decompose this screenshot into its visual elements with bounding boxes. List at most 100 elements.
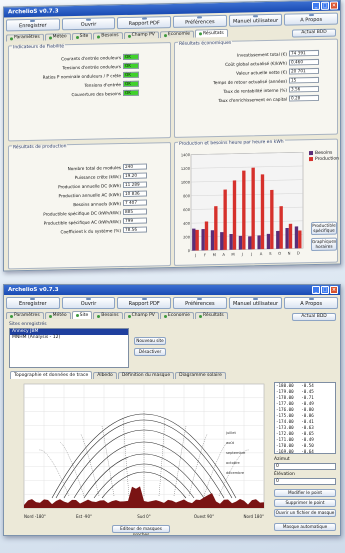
tab-sun-diagram[interactable]: Diagramme solaire bbox=[175, 372, 226, 379]
tab-resultats[interactable]: Résultats bbox=[194, 28, 228, 38]
result-row: Puissance crête (kWc) 19.20 bbox=[11, 172, 147, 182]
near-mask-editor-button[interactable]: Editeur de masques proches bbox=[112, 525, 170, 535]
pdf-icon bbox=[141, 298, 147, 300]
update-database-button[interactable]: Actual BDD bbox=[292, 313, 336, 321]
tab-meteo[interactable]: Météo bbox=[44, 312, 71, 319]
tab-economie[interactable]: Economie bbox=[159, 312, 194, 319]
tab-economie[interactable]: Economie bbox=[159, 30, 194, 39]
info-icon bbox=[308, 298, 314, 300]
result-value: 3.56 bbox=[289, 85, 319, 93]
tab-site[interactable]: Site bbox=[71, 32, 93, 41]
maximize-icon[interactable]: □ bbox=[321, 286, 329, 294]
tab-albedo[interactable]: Albedo bbox=[93, 372, 117, 379]
tab-topographie[interactable]: Topographie et données de trace bbox=[10, 371, 93, 379]
about-button[interactable]: A Propos bbox=[284, 12, 339, 26]
saved-sites-title: Sites enregistrés bbox=[9, 322, 47, 327]
tab-resultats[interactable]: Résultats bbox=[194, 312, 228, 319]
open-button[interactable]: Ouvrir bbox=[61, 17, 116, 31]
mask-points-list[interactable]: -180.00 -0.54 -179.00 -0.45 -178.00 -0.71-… bbox=[274, 382, 336, 454]
x-tick-label: O bbox=[278, 251, 281, 256]
azimuth-input[interactable]: 0 bbox=[274, 463, 336, 470]
economic-title: Résultats économiques bbox=[178, 40, 233, 47]
elevation-input[interactable]: 0 bbox=[274, 478, 336, 485]
minimize-icon[interactable]: _ bbox=[312, 286, 320, 294]
preferences-button[interactable]: Préférences bbox=[173, 297, 227, 309]
tab-champ-pv[interactable]: Champ PV bbox=[123, 31, 159, 40]
tab-besoins[interactable]: Besoins bbox=[93, 312, 123, 319]
pdf-icon bbox=[141, 17, 147, 20]
y-tick-label: 1200 bbox=[181, 167, 191, 171]
result-row: Investissement total (€) 74 391 bbox=[177, 49, 319, 59]
preferences-button[interactable]: Préférences bbox=[173, 14, 227, 28]
tab-parametres[interactable]: Paramètres bbox=[6, 312, 44, 319]
check-icon bbox=[10, 314, 13, 318]
tab-meteo[interactable]: Météo bbox=[44, 33, 71, 41]
save-button[interactable]: Enregistrer bbox=[6, 18, 60, 32]
elevation-label: Élévation bbox=[274, 472, 295, 477]
bar-besoins bbox=[220, 232, 224, 250]
result-value: 11 289 bbox=[123, 181, 147, 189]
open-mask-file-button[interactable]: Ouvrir un fichier de masque bbox=[274, 509, 336, 517]
result-label: Productible spécifique AC (kWh/kWc) bbox=[43, 218, 121, 226]
result-row: Production annuelle DC (kWh) 11 289 bbox=[11, 181, 147, 191]
result-value: 885 bbox=[123, 208, 147, 216]
result-label: Taux d'enrichissement en capital bbox=[218, 96, 287, 103]
y-tick-label: 1000 bbox=[181, 181, 191, 185]
check-icon bbox=[10, 36, 13, 40]
window-controls: _ □ × bbox=[312, 286, 338, 294]
result-row: Productible spécifique DC (kWh/kWc) 885 bbox=[11, 208, 147, 218]
minimize-icon[interactable]: _ bbox=[312, 1, 320, 11]
pdf-report-button[interactable]: Rapport PDF bbox=[117, 16, 172, 30]
bar-besoins bbox=[257, 235, 261, 250]
specific-yield-button[interactable]: Productible spécifique bbox=[311, 221, 337, 236]
sun-path-diagram[interactable]: juillet août septembre octobre décembre Nord … bbox=[8, 380, 270, 528]
result-value: 0.28 bbox=[289, 94, 319, 102]
open-button[interactable]: Ouvrir bbox=[61, 297, 116, 309]
about-button[interactable]: A Propos bbox=[284, 297, 339, 309]
close-icon[interactable]: × bbox=[330, 1, 338, 10]
y-tick-label: 0 bbox=[188, 249, 191, 253]
modify-point-button[interactable]: Modifier le point bbox=[274, 489, 336, 497]
new-site-button[interactable]: Nouveau site bbox=[134, 337, 166, 345]
month-label: août bbox=[226, 441, 235, 445]
result-value: 78.56 bbox=[123, 226, 147, 234]
result-value: OK bbox=[123, 80, 139, 88]
direction-label: Ouest 90° bbox=[194, 514, 214, 519]
list-item[interactable]: MNHM (Analysis - 12) bbox=[10, 335, 128, 341]
delete-site-button[interactable]: Désactiver bbox=[134, 348, 166, 356]
save-button[interactable]: Enregistrer bbox=[6, 297, 60, 309]
auto-mask-button[interactable]: Masque automatique bbox=[274, 523, 336, 531]
bar-production bbox=[195, 229, 199, 251]
tab-site[interactable]: Site bbox=[71, 311, 93, 319]
x-tick-label: D bbox=[297, 250, 300, 255]
window-title: ArchelioS v0.7.3 bbox=[8, 287, 59, 293]
result-row: Coefficient k du système (%) 78.56 bbox=[11, 226, 147, 236]
tab-besoins[interactable]: Besoins bbox=[93, 32, 123, 40]
gear-icon bbox=[197, 298, 203, 300]
maximize-icon[interactable]: □ bbox=[321, 1, 329, 10]
tab-champ-pv[interactable]: Champ PV bbox=[123, 312, 159, 319]
result-label: Temps de retour actualisé (années) bbox=[213, 78, 287, 85]
tab-mask-definition[interactable]: Définition du masque bbox=[117, 372, 175, 379]
tab-parametres[interactable]: Paramètres bbox=[6, 33, 44, 42]
check-icon bbox=[163, 314, 167, 318]
mask-point-item[interactable]: -169.00 -0.64 bbox=[275, 449, 335, 453]
window-controls: _ □ × bbox=[312, 1, 338, 11]
book-icon bbox=[253, 15, 259, 18]
saved-sites-list[interactable]: Annecy JBM MNHM (Analysis - 12) bbox=[9, 328, 129, 368]
close-icon[interactable]: × bbox=[330, 286, 338, 294]
main-tabs: Paramètres Météo Site Besoins Champ PV E… bbox=[4, 311, 340, 319]
update-database-button[interactable]: Actual BDD bbox=[292, 28, 336, 38]
hourly-charts-button[interactable]: Graphiques horaires bbox=[311, 237, 337, 252]
manual-button[interactable]: Manuel utilisateur bbox=[228, 13, 283, 27]
info-icon bbox=[308, 14, 314, 17]
result-row: Courants d'entrée onduleurs OK bbox=[11, 53, 139, 63]
delete-point-button[interactable]: Supprimer le point bbox=[274, 499, 336, 507]
result-label: Production annuelle AC (kWh) bbox=[58, 191, 121, 198]
result-label: Besoins annuels (kWh) bbox=[73, 200, 121, 207]
gear-icon bbox=[197, 16, 203, 19]
result-row: Taux de rentabilité interne (%) 3.56 bbox=[177, 85, 319, 95]
result-row: Ratios P nominale onduleurs / P crête OK bbox=[11, 71, 139, 81]
pdf-report-button[interactable]: Rapport PDF bbox=[117, 297, 172, 309]
manual-button[interactable]: Manuel utilisateur bbox=[228, 297, 283, 309]
